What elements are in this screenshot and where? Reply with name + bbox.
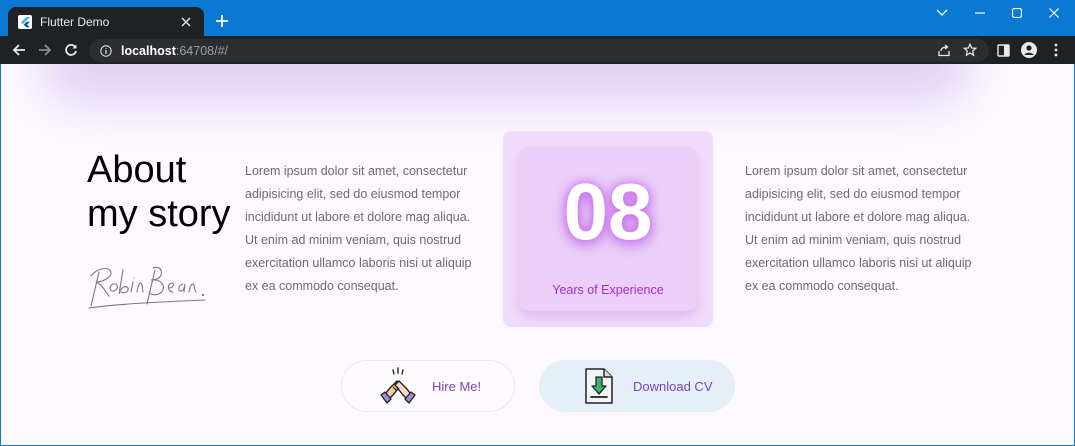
title-line-2: my story (87, 193, 231, 235)
about-paragraph-right: Lorem ipsum dolor sit amet, consectetur … (745, 164, 972, 293)
page-content: About my story Lorem ipsum dolor sit ame… (1, 64, 1074, 445)
experience-card: 08 Years of Experience (503, 131, 713, 327)
experience-label: Years of Experience (552, 283, 664, 297)
experience-years-number: 08 (563, 167, 653, 256)
url-host: localhost (121, 43, 176, 58)
window-close-icon[interactable] (1039, 4, 1069, 22)
profile-icon[interactable] (1020, 41, 1038, 59)
hire-me-label: Hire Me! (432, 378, 482, 394)
more-vert-icon[interactable] (1047, 41, 1065, 59)
share-icon[interactable] (935, 41, 953, 59)
minimize-icon[interactable] (965, 4, 995, 22)
signature-image (87, 262, 209, 312)
chevron-down-icon[interactable] (927, 4, 957, 22)
info-icon[interactable] (99, 44, 113, 58)
reload-icon[interactable] (62, 41, 80, 59)
hire-me-button[interactable]: Hire Me! (341, 360, 515, 412)
tab-strip: Flutter Demo (0, 0, 1075, 36)
close-icon[interactable] (178, 14, 194, 30)
back-arrow-icon[interactable] (10, 41, 28, 59)
forward-arrow-icon[interactable] (36, 41, 54, 59)
side-panel-icon[interactable] (994, 41, 1012, 59)
download-file-icon (579, 366, 619, 406)
handshake-icon (378, 366, 418, 406)
flutter-favicon-icon (18, 14, 32, 29)
tab-title: Flutter Demo (40, 14, 110, 29)
star-icon[interactable] (961, 41, 979, 59)
download-cv-button[interactable]: Download CV (539, 360, 735, 412)
plus-icon[interactable] (212, 11, 232, 31)
browser-tab[interactable]: Flutter Demo (8, 7, 204, 36)
download-cv-label: Download CV (633, 378, 713, 394)
title-line-1: About (87, 149, 187, 191)
maximize-icon[interactable] (1002, 4, 1032, 22)
about-paragraph-left: Lorem ipsum dolor sit amet, consectetur … (245, 164, 472, 293)
experience-card-inner: 08 Years of Experience (519, 147, 697, 311)
browser-toolbar: localhost:64708/#/ (0, 36, 1075, 64)
address-bar[interactable]: localhost:64708/#/ (89, 39, 989, 62)
url-path: :64708/#/ (175, 43, 229, 58)
header-shadow (41, 64, 971, 104)
page-title: About my story (87, 148, 257, 236)
